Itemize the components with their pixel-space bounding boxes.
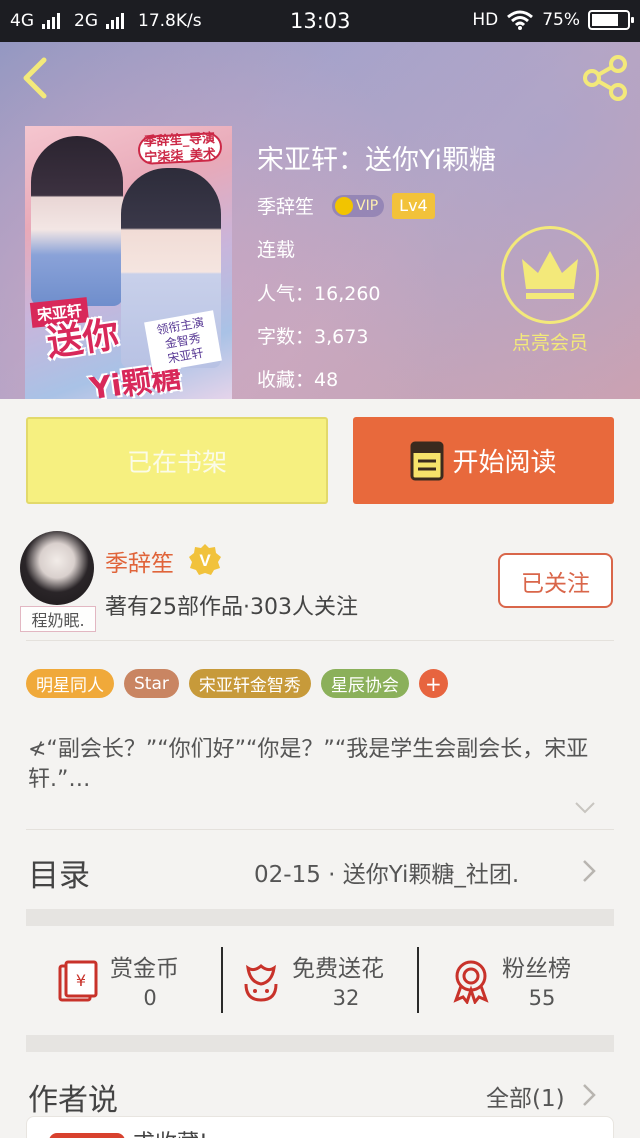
tag-item[interactable]: 星辰协会 [320,669,409,698]
book-author-line: 季辞笙 VIP Lv4 [257,192,435,219]
stat-gold[interactable]: ¥ 赏金币 0 [26,926,222,1035]
crown-icon [501,226,599,324]
battery-percent: 75% [542,10,580,30]
tag-item[interactable]: Star [124,669,179,698]
start-reading-button[interactable]: 开始阅读 [353,417,614,504]
author-says-all-link[interactable]: 全部(1) [486,1079,565,1113]
status-bar: 4G 2G 17.8K/s 13:03 HD 75% [0,0,640,42]
share-icon[interactable] [580,54,630,102]
book-favorites: 收藏：48 [257,365,338,392]
popularity-value: 16,260 [314,283,381,305]
toc-label[interactable]: 目录 [28,850,90,895]
book-words: 字数：3,673 [257,322,368,349]
favorites-value: 48 [314,369,339,391]
stat-label: 粉丝榜 [502,956,571,982]
book-author[interactable]: 季辞笙 [257,192,314,219]
author-avatar[interactable] [20,531,94,605]
author-says-preview: 求收藏! [133,1125,208,1138]
cover-credits-tag: 季辞笙_导演 宁柒柒_美术 [137,131,223,165]
battery-icon [588,10,634,30]
network-2g: 2G [74,11,98,31]
tag-item[interactable]: 宋亚轩金智秀 [188,669,311,698]
divider [26,640,614,641]
clock: 13:03 [290,9,351,33]
book-status: 连载 [257,239,296,261]
tag-item[interactable]: 明星同人 [26,669,114,698]
stats-row: ¥ 赏金币 0 免费送花 32 粉丝榜 55 [26,926,614,1035]
chevron-down-icon[interactable] [574,800,596,816]
section-band [26,1035,614,1052]
network-4g: 4G [10,11,34,31]
vip-label: VIP [356,197,379,214]
book-cover[interactable]: 季辞笙_导演 宁柒柒_美术 宋亚轩 送你 Yi颗糖 领衔主演 金智秀 宋亚轩 [25,126,232,399]
member-button[interactable]: 点亮会员 [500,226,600,355]
chevron-right-icon[interactable] [582,1083,596,1107]
red-envelope-icon: ¥ [58,960,98,1002]
add-tag-button[interactable]: + [418,669,448,698]
level-badge: Lv4 [392,192,435,219]
chevron-right-icon[interactable] [582,859,596,883]
vip-crown-icon [335,196,354,215]
avatar-tag: 程奶眠. [20,606,96,632]
back-icon[interactable] [18,56,52,100]
member-label: 点亮会员 [511,332,588,354]
author-says-badge [49,1133,125,1138]
svg-text:V: V [199,551,211,570]
words-value: 3,673 [314,326,369,348]
follow-button[interactable]: 已关注 [498,553,613,608]
book-popularity: 人气：16,260 [257,279,381,306]
signal-icon [42,13,60,29]
author-says-card[interactable]: 求收藏! [26,1116,614,1138]
stat-label: 免费送花 [292,956,384,982]
stat-value: 55 [528,986,556,1010]
toc-latest-chapter[interactable]: 02-15 · 送你Yi颗糖_社团. [254,855,519,889]
author-says-label: 作者说 [28,1083,118,1118]
hd-label: HD [472,10,499,30]
verified-badge-icon: V [189,544,221,575]
book-title: 宋亚轩：送你Yi颗糖 [257,145,497,176]
wifi-icon [507,10,534,30]
favorites-label: 收藏： [257,369,315,391]
medal-icon [453,960,489,1004]
stat-label: 赏金币 [110,956,179,982]
divider [26,829,614,830]
author-name[interactable]: 季辞笙 [105,544,174,578]
stat-value: 0 [143,986,157,1010]
stat-fans[interactable]: 粉丝榜 55 [418,926,614,1035]
author-stats: 著有25部作品·303人关注 [105,595,358,620]
battery-fill [592,14,618,26]
cover-title-a: 送你 [44,314,122,365]
cover-figure-girl [31,136,123,306]
book-description[interactable]: ≮“副会长？”“你们好”“你是？”“我是学生会副会长，宋亚轩.”… [28,735,618,795]
popularity-label: 人气： [257,283,315,305]
network-speed: 17.8K/s [138,11,202,31]
stat-flowers[interactable]: 免费送花 32 [222,926,418,1035]
section-band [26,909,614,926]
words-label: 字数： [257,326,315,348]
system-indicators: HD 75% [472,10,634,30]
signal-icon [106,13,124,29]
book-icon [410,441,444,480]
shelf-button[interactable]: 已在书架 [26,417,328,504]
svg-text:¥: ¥ [76,971,86,990]
stat-value: 32 [332,986,360,1010]
network-indicators: 4G 2G 17.8K/s [10,11,202,31]
flower-icon [244,964,278,1002]
start-reading-label: 开始阅读 [452,448,557,478]
tag-list: 明星同人 Star 宋亚轩金智秀 星辰协会 + [26,669,448,698]
book-header: 季辞笙_导演 宁柒柒_美术 宋亚轩 送你 Yi颗糖 领衔主演 金智秀 宋亚轩 宋… [0,42,640,399]
vip-badge: VIP [332,194,385,217]
